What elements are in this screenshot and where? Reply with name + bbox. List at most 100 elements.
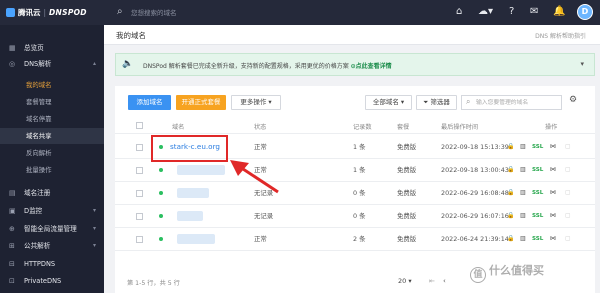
grid-icon: ▦ [9,44,16,52]
blurred-domain[interactable] [177,188,209,198]
sidebar-item-public-dns[interactable]: ⊞ 公共解析 ▾ [0,238,104,254]
more-icon[interactable]: ▢ [565,205,571,227]
lock-icon[interactable]: 🔒 [507,182,514,204]
sidebar-item-dns[interactable]: ◎ DNS解析 ▴ [0,56,104,72]
status-dot [159,237,163,241]
link-icon[interactable]: ⋈ [550,159,556,181]
logo[interactable]: 腾讯云 | DNSPOD [6,7,87,18]
avatar[interactable]: D [577,4,593,20]
banner-details-link[interactable]: 点此查看详情 [356,63,392,70]
row-checkbox[interactable] [136,190,143,197]
first-page-icon[interactable]: ⇤ [429,277,435,285]
records-icon[interactable]: ▥ [520,182,526,204]
sidebar-item-my-domains[interactable]: 我的域名 [0,77,104,93]
sidebar-item-privatedns[interactable]: ⊡ PrivateDNS [0,273,104,289]
more-icon[interactable]: ▢ [565,159,571,181]
all-domains-dropdown[interactable]: 全部域名 ▾ [365,95,412,110]
privatedns-icon: ⊡ [9,277,15,285]
sidebar-item-plans[interactable]: 套餐管理 [0,94,104,110]
domain-search: ⌕ [461,95,562,110]
search-icon: ⌕ [466,97,471,106]
lock-icon[interactable]: 🔒 [507,159,514,181]
status-dot [159,214,163,218]
ssl-link[interactable]: SSL [532,205,543,227]
chat-icon[interactable]: ✉ [530,6,538,18]
sidebar-item-monitor[interactable]: ▣ D监控 ▾ [0,203,104,219]
sidebar-item-traffic[interactable]: ⊕ 智能全局流量管理 ▾ [0,221,104,237]
sidebar-item-reverse[interactable]: 反向解析 [0,145,104,161]
blurred-domain[interactable] [177,211,203,221]
blurred-domain[interactable] [177,165,225,175]
lock-icon[interactable]: 🔒 [507,228,514,250]
plan-name: 免费版 [397,235,417,243]
column-operations: 操作 [545,124,558,131]
domain-search-input[interactable] [476,97,560,108]
column-plan: 套餐 [397,124,410,131]
globe-icon: ◎ [9,60,16,68]
page-title: 我的域名 [116,31,146,40]
updated-time: 2022-06-24 21:39:14 [441,235,509,243]
monitor-icon: ▣ [9,207,16,215]
blurred-domain[interactable] [177,234,215,244]
sidebar-item-batch[interactable]: 批量操作 [0,162,104,178]
more-actions-dropdown[interactable]: 更多操作 ▾ [231,95,281,110]
domain-link[interactable]: stark-c.eu.org [170,136,220,158]
column-records: 记录数 [353,124,372,131]
records-icon[interactable]: ▥ [520,136,526,158]
top-search-input[interactable] [131,6,311,19]
lock-icon[interactable]: 🔒 [507,205,514,227]
speaker-icon: 🔈 [122,59,134,69]
chevron-up-icon: ▴ [92,60,96,67]
sidebar-item-httpdns[interactable]: ⊟ HTTPDNS [0,256,104,272]
ssl-link[interactable]: SSL [532,159,543,181]
status-text: 正常 [254,235,267,243]
records-icon[interactable]: ▥ [520,159,526,181]
filter-button[interactable]: ⏷ 筛选器 [416,95,457,110]
plan-name: 免费版 [397,212,417,220]
link-icon[interactable]: ⋈ [550,205,556,227]
ssl-link[interactable]: SSL [532,182,543,204]
prev-page-icon[interactable]: ‹ [443,277,446,285]
more-icon[interactable]: ▢ [565,182,571,204]
sidebar-item-parking[interactable]: 域名停靠 [0,111,104,127]
row-checkbox[interactable] [136,167,143,174]
updated-time: 2022-06-29 16:07:16 [441,212,509,220]
help-guide-link[interactable]: DNS 解析帮助指引 [535,31,586,40]
link-icon[interactable]: ⋈ [550,228,556,250]
records-icon[interactable]: ▥ [520,228,526,250]
sidebar-item-sharing[interactable]: 域名共享 [0,128,104,144]
help-icon[interactable]: ? [509,6,514,18]
chevron-down-icon: ▾ [400,98,405,106]
add-domain-button[interactable]: 添加域名 [128,95,171,110]
status-text: 无记录 [254,189,274,197]
lock-icon[interactable]: 🔒 [507,136,514,158]
records-icon[interactable]: ▥ [520,205,526,227]
record-count: 1 条 [353,143,366,151]
ssl-link[interactable]: SSL [532,136,543,158]
notification-icon[interactable]: 🔔 [553,6,565,18]
sidebar-item-registration[interactable]: ▤ 域名注册 [0,185,104,201]
upgrade-plan-button[interactable]: 开通正式套餐 [176,95,226,110]
link-icon[interactable]: ⋈ [550,136,556,158]
row-checkbox[interactable] [136,213,143,220]
table-row: 无记录 0 条 免费版 2022-06-29 16:08:48 🔒 ▥ SSL … [115,182,595,205]
more-icon[interactable]: ▢ [565,228,571,250]
status-dot [159,191,163,195]
page-size-select[interactable]: 20 ▾ [398,277,412,285]
home-icon[interactable]: ⌂ [456,6,462,18]
more-icon[interactable]: ▢ [565,136,571,158]
cloud-menu-icon[interactable]: ☁▾ [478,6,493,18]
link-icon[interactable]: ⋈ [550,182,556,204]
updated-time: 2022-09-18 15:13:39 [441,143,509,151]
ssl-link[interactable]: SSL [532,228,543,250]
row-checkbox[interactable] [136,144,143,151]
collapse-icon[interactable]: ▾ [580,60,584,68]
sidebar-item-overview[interactable]: ▦ 总览页 [0,40,104,56]
notice-banner: 🔈 DNSPod 解析套餐已完成全新升级，支持新的配置规格，采用更优的价格方案 … [115,53,595,76]
select-all-checkbox[interactable] [136,122,143,129]
plan-name: 免费版 [397,189,417,197]
gear-icon[interactable]: ⚙ [569,95,577,105]
record-count: 0 条 [353,189,366,197]
table-row: 正常 1 条 免费版 2022-09-18 13:00:43 🔒 ▥ SSL ⋈… [115,159,595,182]
row-checkbox[interactable] [136,236,143,243]
